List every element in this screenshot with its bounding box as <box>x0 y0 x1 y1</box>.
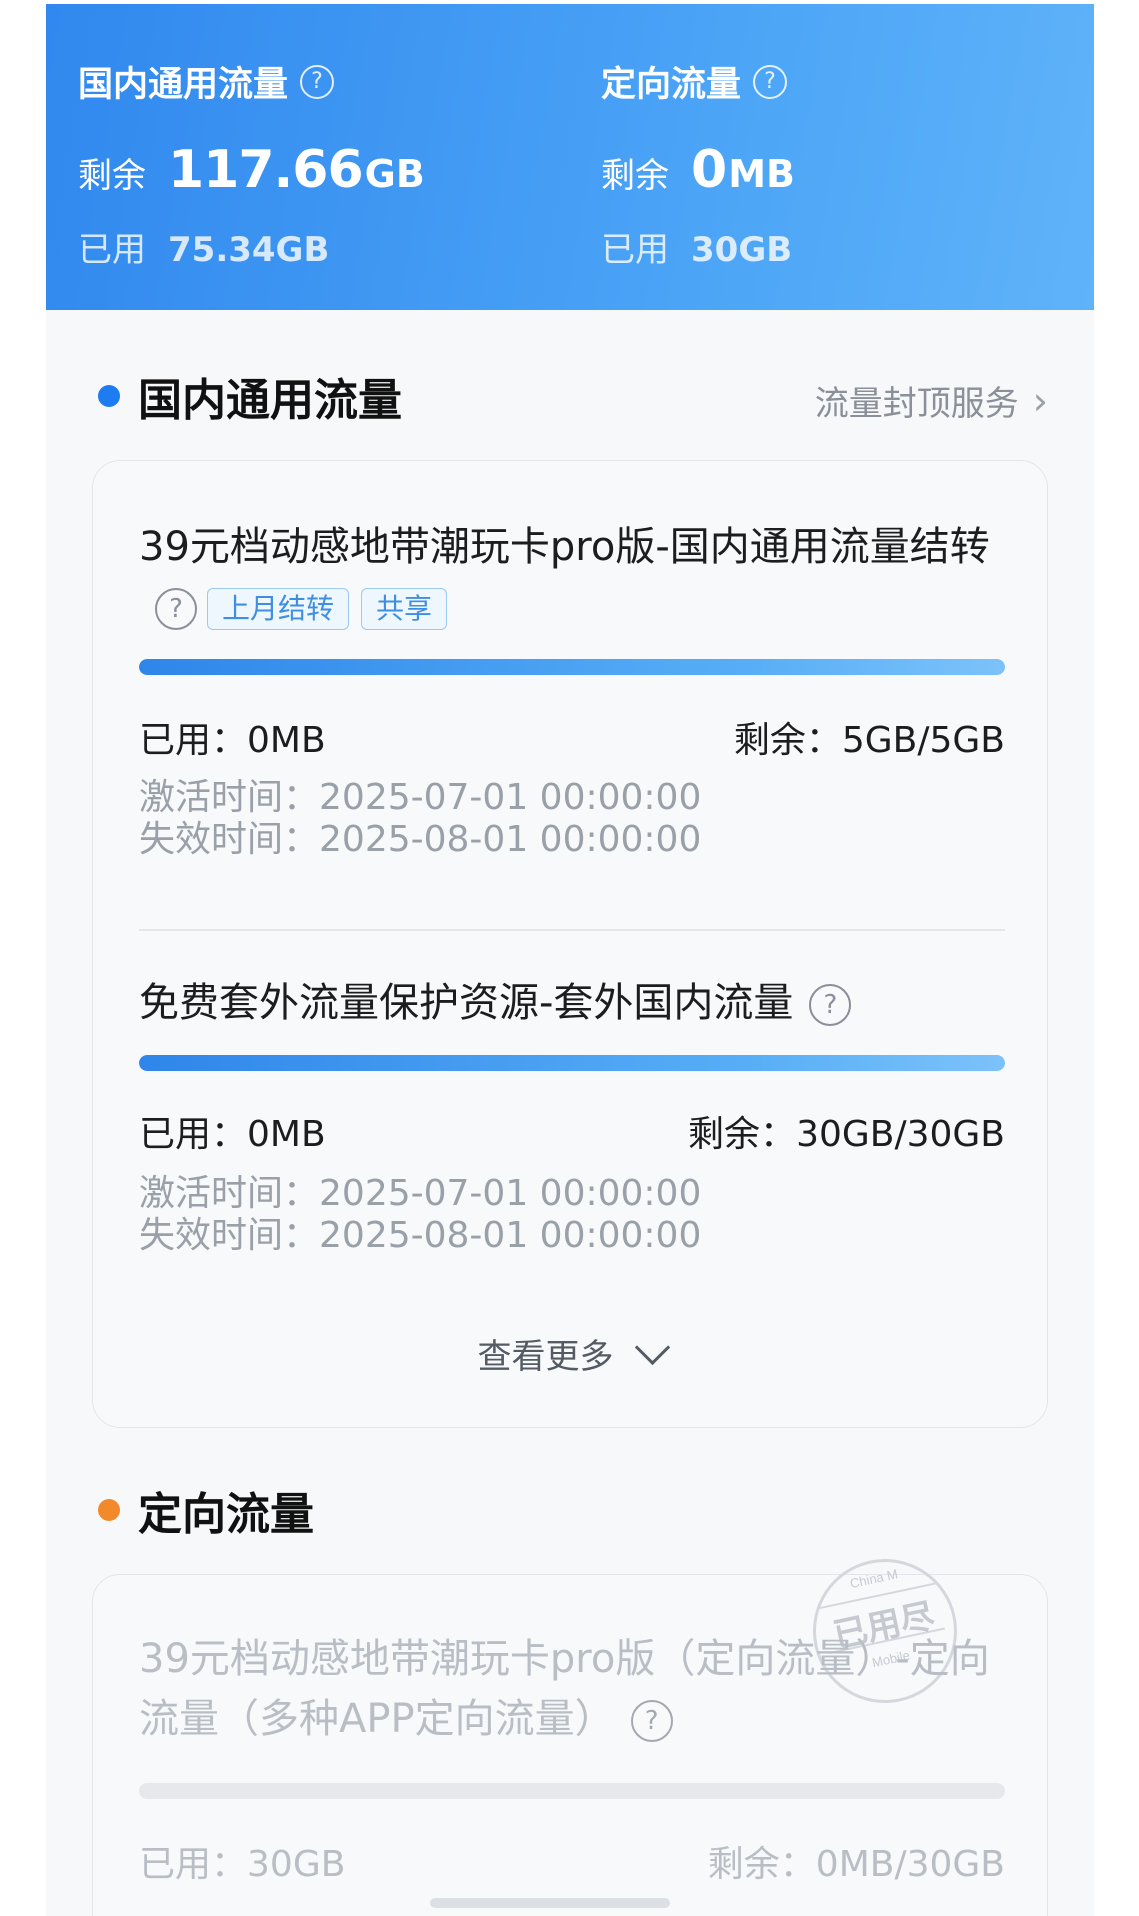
remaining-label: 剩余 <box>78 156 146 196</box>
shared-tag: 共享 <box>361 588 448 630</box>
view-more-button[interactable]: 查看更多 <box>93 1329 1049 1378</box>
usage-progress-bar <box>139 659 1005 675</box>
used-label: 已用 <box>601 230 669 270</box>
orange-dot-icon <box>98 1499 120 1521</box>
directed-flow-remaining: 剩余 0 MB <box>601 140 795 200</box>
used-value: 0MB <box>247 1114 326 1155</box>
package-item: 39元档动感地带潮玩卡pro版-国内通用流量结转? 上月结转 共享 已用：0MB 剩… <box>139 517 1005 860</box>
package-name: 免费套外流量保护资源-套外国内流量? <box>139 973 1005 1033</box>
used-value: 75.34GB <box>168 230 330 270</box>
view-more-label: 查看更多 <box>477 1337 614 1377</box>
usage-progress-fill <box>139 659 1005 675</box>
remaining-unit: MB <box>728 152 795 196</box>
remaining-info: 剩余：0MB/30GB <box>708 1835 1005 1887</box>
remaining-label: 剩余： <box>688 1114 797 1155</box>
package-help-icon[interactable]: ? <box>630 1700 673 1742</box>
general-flow-help-icon[interactable]: ? <box>300 64 335 99</box>
used-label: 已用： <box>139 720 248 761</box>
remaining-value: 0MB/30GB <box>815 1844 1005 1885</box>
directed-flow-section-header: 定向流量 <box>98 1480 1048 1540</box>
usage-row: 已用：30GB 剩余：0MB/30GB <box>139 1835 1005 1887</box>
used-value: 30GB <box>691 230 793 270</box>
used-label: 已用： <box>139 1844 248 1885</box>
package-name: 39元档动感地带潮玩卡pro版（定向流量）-定向流量（多种APP定向流量）? <box>139 1629 1005 1749</box>
usage-row: 已用：0MB 剩余：30GB/30GB <box>139 1105 1005 1157</box>
package-name-text: 39元档动感地带潮玩卡pro版-国内通用流量结转 <box>139 524 990 570</box>
package-help-icon[interactable]: ? <box>155 588 197 630</box>
remaining-label: 剩余： <box>733 720 842 761</box>
chevron-down-icon <box>634 1329 670 1366</box>
remaining-label: 剩余 <box>601 156 669 196</box>
blue-dot-icon <box>98 385 120 407</box>
package-item: 免费套外流量保护资源-套外国内流量? 已用：0MB 剩余：30GB/30GB 激… <box>139 973 1005 1263</box>
remaining-info: 剩余：30GB/30GB <box>688 1105 1005 1157</box>
package-item: 39元档动感地带潮玩卡pro版（定向流量）-定向流量（多种APP定向流量）? 已… <box>139 1629 1005 1916</box>
general-flow-card: 39元档动感地带潮玩卡pro版-国内通用流量结转? 上月结转 共享 已用：0MB 剩… <box>92 460 1048 1428</box>
general-flow-section-header: 国内通用流量 流量封顶服务 › <box>98 366 1048 426</box>
directed-flow-help-icon[interactable]: ? <box>753 64 788 99</box>
flow-cap-service-link[interactable]: 流量封顶服务 › <box>815 376 1048 425</box>
home-indicator[interactable] <box>430 1898 670 1908</box>
general-flow-title-text: 国内通用流量 <box>78 65 289 105</box>
activate-label: 激活时间： <box>139 777 320 818</box>
chevron-right-icon: › <box>1032 378 1048 423</box>
remaining-value: 0 <box>691 140 727 200</box>
general-flow-title: 国内通用流量 ? <box>78 56 335 107</box>
remaining-info: 剩余：5GB/5GB <box>734 711 1005 763</box>
expire-time-row: 失效时间：2025-08-01 00:00:00 <box>139 1211 701 1261</box>
general-flow-used: 已用 75.34GB <box>78 222 329 271</box>
directed-flow-title: 定向流量 ? <box>601 56 788 107</box>
expire-time-row: 失效时间：2025-08-01 00:00:00 <box>139 815 701 865</box>
package-help-icon[interactable]: ? <box>809 984 852 1026</box>
usage-progress-fill <box>139 1055 1005 1071</box>
used-label: 已用 <box>78 230 146 270</box>
general-flow-remaining: 剩余 117.66 GB <box>78 140 425 200</box>
flow-detail-page: 国内通用流量 ? 剩余 117.66 GB 已用 75.34GB 定向流量 ? … <box>46 4 1094 1916</box>
flow-summary-header: 国内通用流量 ? 剩余 117.66 GB 已用 75.34GB 定向流量 ? … <box>46 4 1094 310</box>
expire-value: 2025-08-01 00:00:00 <box>319 1215 702 1256</box>
remaining-label: 剩余： <box>707 1844 816 1885</box>
package-name: 39元档动感地带潮玩卡pro版-国内通用流量结转? 上月结转 共享 <box>139 517 1005 637</box>
flow-cap-service-label: 流量封顶服务 <box>814 384 1019 424</box>
remaining-unit: GB <box>364 152 425 196</box>
directed-flow-used: 已用 30GB <box>601 222 792 271</box>
used-label: 已用： <box>139 1114 248 1155</box>
package-divider <box>139 929 1005 931</box>
activate-value: 2025-07-01 00:00:00 <box>319 1173 702 1214</box>
usage-progress-bar <box>139 1783 1005 1799</box>
expire-value: 2025-08-01 00:00:00 <box>319 819 702 860</box>
remaining-value: 117.66 <box>168 140 364 200</box>
usage-progress-bar <box>139 1055 1005 1071</box>
directed-flow-summary: 定向流量 ? 剩余 0 MB 已用 30GB <box>601 4 1094 310</box>
package-name-text: 免费套外流量保护资源-套外国内流量 <box>139 980 794 1026</box>
usage-row: 已用：0MB 剩余：5GB/5GB <box>139 711 1005 763</box>
used-value: 0MB <box>247 720 326 761</box>
directed-flow-card: China M 已用尽 Mobile 39元档动感地带潮玩卡pro版（定向流量）… <box>92 1545 1048 1916</box>
used-value: 30GB <box>247 1844 346 1885</box>
carryover-tag: 上月结转 <box>207 588 350 630</box>
directed-flow-title-text: 定向流量 <box>601 65 742 105</box>
remaining-value: 30GB/30GB <box>796 1114 1005 1155</box>
section-title: 定向流量 <box>138 1489 314 1540</box>
general-flow-summary: 国内通用流量 ? 剩余 117.66 GB 已用 75.34GB <box>78 4 578 310</box>
section-title: 国内通用流量 <box>138 375 402 426</box>
remaining-value: 5GB/5GB <box>841 720 1005 761</box>
expire-label: 失效时间： <box>139 819 320 860</box>
activate-label: 激活时间： <box>139 1173 320 1214</box>
package-name-text: 39元档动感地带潮玩卡pro版（定向流量）-定向流量（多种APP定向流量） <box>139 1636 990 1742</box>
activate-value: 2025-07-01 00:00:00 <box>319 777 702 818</box>
expire-label: 失效时间： <box>139 1215 320 1256</box>
